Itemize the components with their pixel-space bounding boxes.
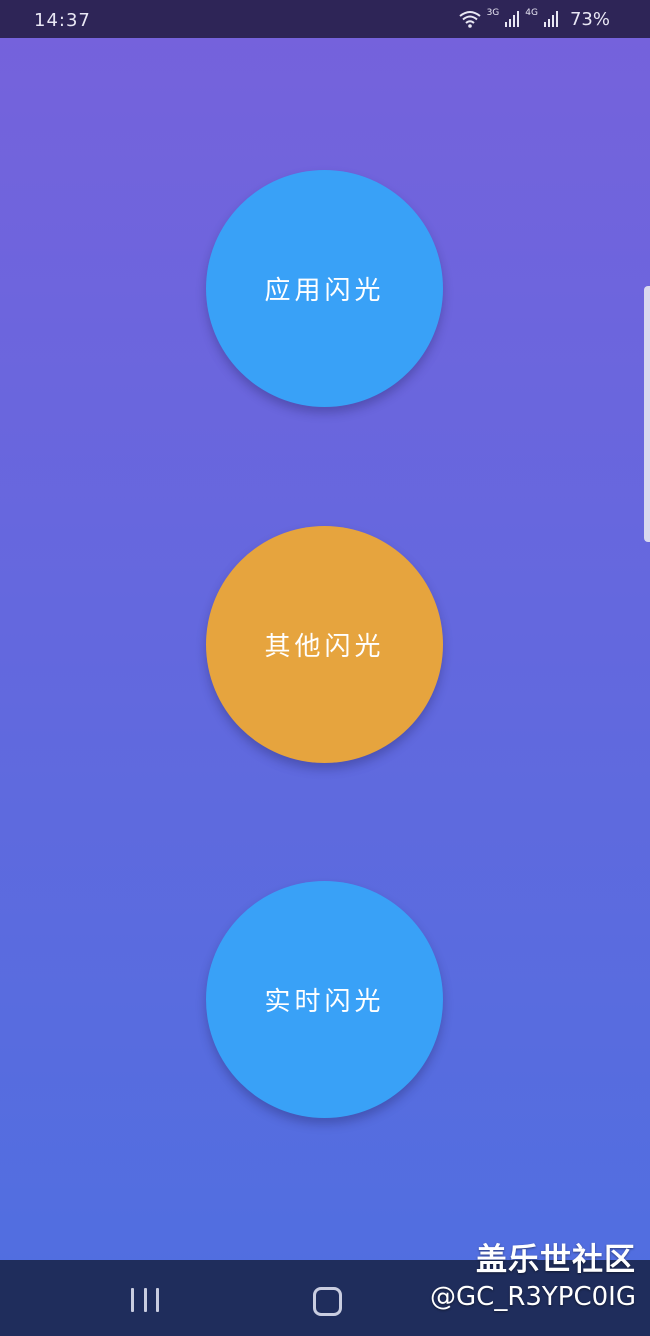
signal-4g-icon xyxy=(543,11,558,27)
battery-level: 73% xyxy=(569,8,610,30)
other-flash-button[interactable]: 其他闪光 xyxy=(206,526,443,763)
signal-3g-icon xyxy=(505,11,520,27)
other-flash-label: 其他闪光 xyxy=(264,632,385,662)
status-icons: 3G 4G 73% xyxy=(458,6,610,32)
app-flash-label: 应用闪光 xyxy=(264,276,385,306)
wifi-icon xyxy=(458,10,481,28)
edge-panel-handle[interactable] xyxy=(644,286,650,542)
app-flash-button[interactable]: 应用闪光 xyxy=(206,170,443,407)
realtime-flash-button[interactable]: 实时闪光 xyxy=(206,881,443,1118)
status-time: 14:37 xyxy=(34,10,91,31)
network-4g-label: 4G xyxy=(525,7,538,18)
watermark-title: 盖乐世社区 xyxy=(476,1242,636,1278)
app-screen: 14:37 3G 4G 73% 应用闪光 其他闪光 实时闪光 盖乐世社区 @GC… xyxy=(0,0,650,1336)
realtime-flash-label: 实时闪光 xyxy=(264,987,385,1017)
watermark-user: @GC_R3YPC0IG xyxy=(430,1282,636,1312)
home-icon[interactable] xyxy=(313,1287,342,1316)
network-3g-label: 3G xyxy=(486,7,500,18)
recents-icon[interactable] xyxy=(131,1288,159,1312)
status-bar: 14:37 3G 4G 73% xyxy=(0,0,650,38)
